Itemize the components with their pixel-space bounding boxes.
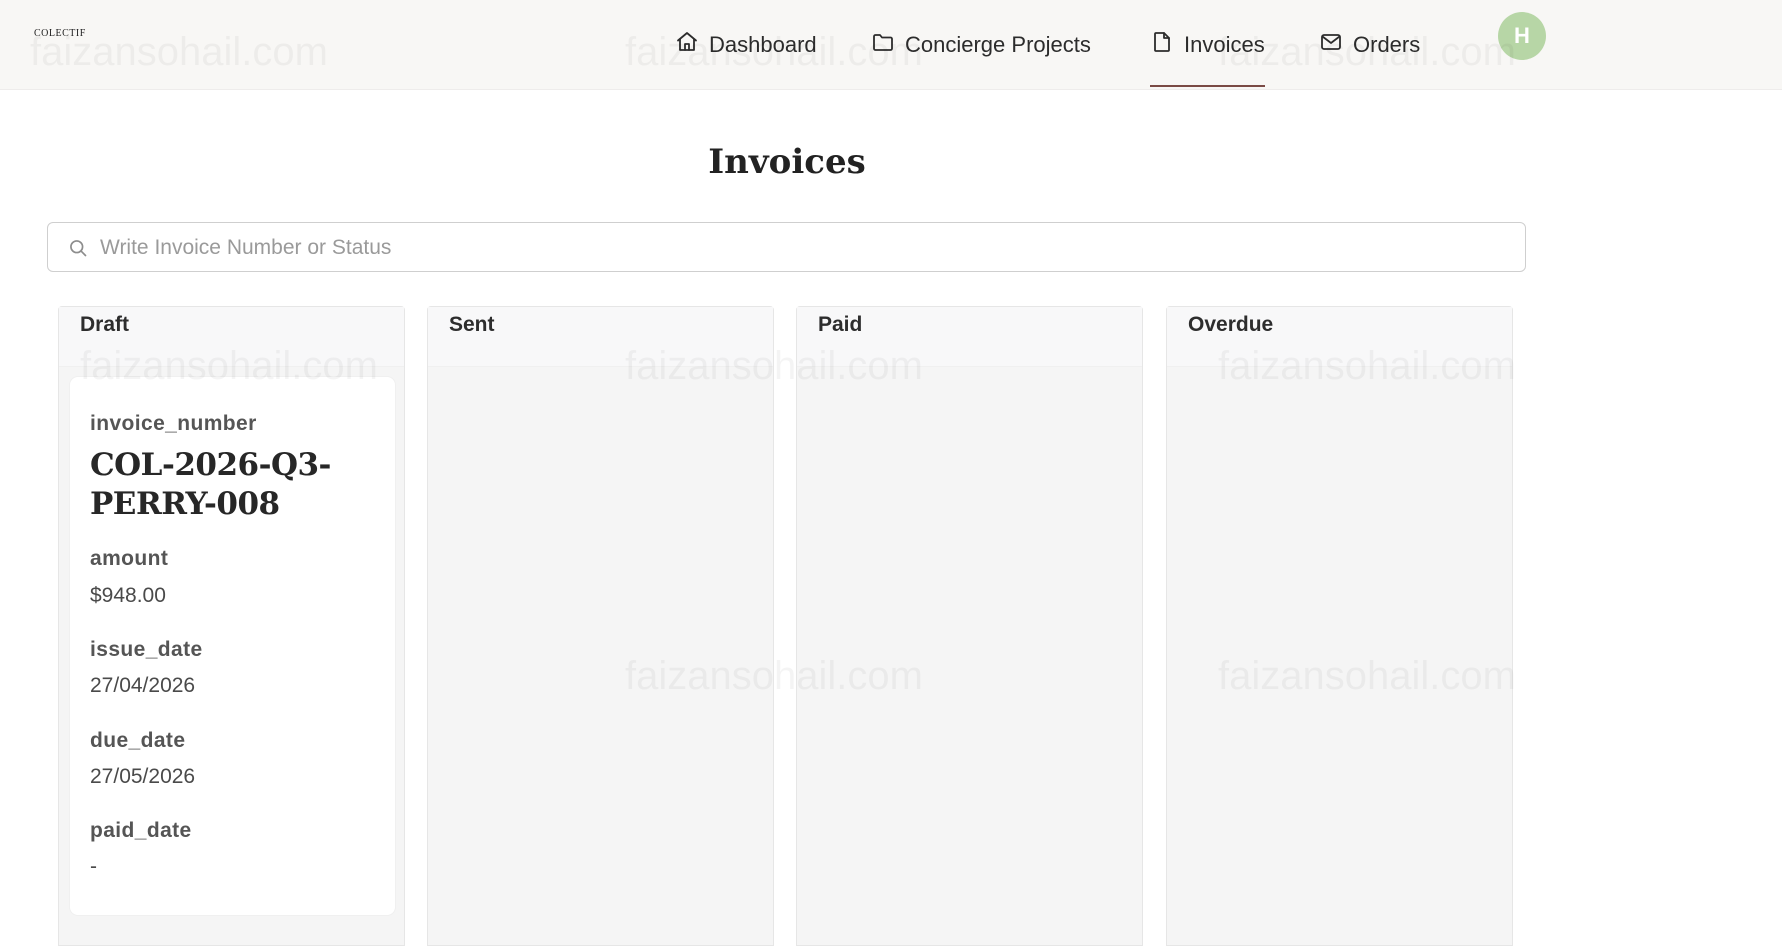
column-title: Paid — [797, 307, 1142, 367]
nav-item-label: Dashboard — [709, 31, 817, 57]
paid-date-value: - — [90, 855, 97, 878]
invoice-search-bar[interactable] — [47, 222, 1526, 273]
page-title: Invoices — [708, 142, 866, 182]
brand-logo[interactable]: COLECTIF — [34, 28, 86, 39]
nav-item-label: Invoices — [1184, 31, 1265, 57]
amount-label: amount — [90, 547, 169, 570]
due-date-label: due_date — [90, 729, 186, 752]
nav-item-label: Orders — [1353, 31, 1421, 57]
issue-date-value: 27/04/2026 — [90, 674, 196, 697]
folder-icon — [871, 30, 905, 60]
column-title: Draft — [59, 307, 404, 367]
kanban-column-paid: Paid — [796, 306, 1143, 946]
nav-item-concierge-projects[interactable]: Concierge Projects — [871, 0, 1091, 89]
mail-icon — [1319, 30, 1353, 60]
nav-item-dashboard[interactable]: Dashboard — [675, 0, 817, 89]
amount-value: $948.00 — [90, 584, 166, 607]
due-date-value: 27/05/2026 — [90, 765, 196, 788]
nav-item-invoices[interactable]: Invoices — [1150, 0, 1265, 89]
kanban-column-overdue: Overdue — [1166, 306, 1513, 946]
nav-item-orders[interactable]: Orders — [1319, 0, 1420, 89]
invoice-number-label: invoice_number — [90, 412, 257, 435]
invoice-number-value: COL-2026-Q3-PERRY-008 — [90, 447, 331, 522]
user-avatar[interactable]: H — [1498, 12, 1546, 60]
top-navigation-bar: COLECTIF Dashboard Concierge Projects In… — [0, 0, 1782, 90]
kanban-column-sent: Sent — [427, 306, 774, 946]
file-icon — [1150, 30, 1184, 60]
search-input[interactable] — [98, 223, 1502, 273]
home-icon — [675, 30, 709, 60]
paid-date-label: paid_date — [90, 819, 192, 842]
issue-date-label: issue_date — [90, 638, 203, 661]
invoice-card[interactable]: invoice_number COL-2026-Q3-PERRY-008 amo… — [70, 377, 395, 915]
nav-item-label: Concierge Projects — [905, 31, 1091, 57]
column-title: Overdue — [1167, 307, 1512, 367]
column-title: Sent — [428, 307, 773, 367]
